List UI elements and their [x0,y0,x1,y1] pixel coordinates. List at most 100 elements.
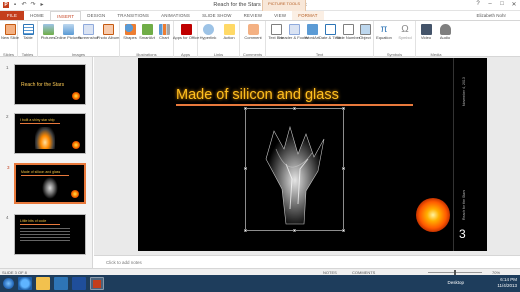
tab-file[interactable]: FILE [0,11,25,20]
system-clock[interactable]: 6:14 PM 11/4/2013 [497,277,517,289]
resize-handle[interactable] [342,107,345,110]
online-pictures-button[interactable]: Online Pictures [54,24,82,41]
tab-insert[interactable]: INSERT [50,11,82,20]
action-button[interactable]: Action [219,24,239,41]
comment-button[interactable]: Comment [243,24,263,41]
notes-placeholder[interactable]: Click to add notes [106,260,142,265]
title-rule [176,104,413,106]
notes-pane[interactable]: Click to add notes [94,255,520,268]
help-button[interactable]: ? [474,1,482,8]
slide-number[interactable]: 3 [459,227,466,241]
pictures-icon [42,24,54,35]
glass-sculpture-image [265,125,325,225]
title-bar: P ▪ ↶ ↷ ▸ Reach for the Stars EAN - Powe… [0,0,520,11]
header-footer-button[interactable]: Header & Footer [279,24,309,41]
selected-picture[interactable] [244,107,345,232]
group-links: Hyperlink Action Links [198,21,240,58]
group-media: Video Audio Media [416,21,456,58]
ribbon-tabs: FILE HOME INSERT DESIGN TRANSITIONS ANIM… [0,11,520,20]
chart-icon [158,24,170,35]
symbol-button[interactable]: Ω Symbol [395,24,415,41]
slide-thumbnail-2[interactable]: 2 I built a shiny star ship [6,113,86,154]
current-slide[interactable]: Made of silicon and glass November 4, 20… [138,58,487,251]
resize-handle[interactable] [293,229,296,232]
equation-icon: π [378,24,390,35]
desktop-toolbar-label[interactable]: Desktop [447,280,464,285]
group-illustrations: Shapes SmartArt Chart Illustrations [120,21,174,58]
word-icon[interactable] [72,277,86,290]
resize-handle[interactable] [342,167,345,170]
tab-design[interactable]: DESIGN [81,11,111,20]
video-button[interactable]: Video [416,24,436,41]
text-box-icon [270,24,282,35]
star-image [72,92,80,100]
powerpoint-icon [93,280,101,288]
slide-thumbnail-1[interactable]: 1 Reach for the Stars [6,64,86,105]
slide-thumbnail-4[interactable]: 4 Little bits of code [6,214,86,255]
equation-button[interactable]: π Equation [374,24,394,41]
table-button[interactable]: Table [18,24,38,41]
group-slides: New Slide Slides [0,21,20,58]
resize-handle[interactable] [244,107,247,110]
status-bar: SLIDE 3 OF 8 NOTES COMMENTS 70% [0,268,520,275]
slide-thumbnail-3[interactable]: 3 Made of silicon and glass [7,163,86,204]
window-title: Reach for the Stars EAN - PowerPoint [213,2,307,8]
minimize-button[interactable]: – [486,1,494,8]
ribbon: New Slide Slides Table Tables Pictures O… [0,20,520,58]
slide-date[interactable]: November 4, 2013 [462,66,468,106]
tab-review[interactable]: REVIEW [238,11,269,20]
audio-button[interactable]: Audio [435,24,455,41]
hyperlink-icon [202,24,214,35]
maximize-button[interactable]: □ [498,1,506,8]
tab-format[interactable]: FORMAT [292,11,324,20]
ie-icon[interactable] [18,277,32,290]
tab-slide-show[interactable]: SLIDE SHOW [196,11,238,20]
object-button[interactable]: Object [355,24,375,41]
apps-for-office-icon [180,24,192,35]
tab-view[interactable]: VIEW [268,11,292,20]
outlook-icon[interactable] [54,277,68,290]
resize-handle[interactable] [293,107,296,110]
slide-editor[interactable]: Made of silicon and glass November 4, 20… [94,57,520,255]
apps-for-office-button[interactable]: Apps for Office [173,24,199,41]
tab-transitions[interactable]: TRANSITIONS [111,11,155,20]
star-image [72,141,80,149]
photo-album-icon [102,24,114,35]
star-image [416,198,450,232]
resize-handle[interactable] [244,229,247,232]
screenshot-icon [82,24,94,35]
slide-thumbnails-pane[interactable]: 1 Reach for the Stars 2 I built a shiny … [0,57,93,268]
powerpoint-taskbar-button[interactable] [90,277,104,290]
slide-footer[interactable]: Reach for the Stars [462,180,468,220]
slide-number-icon [342,24,354,35]
comment-icon [247,24,259,35]
close-button[interactable]: ✕ [510,1,518,8]
table-icon [22,24,34,35]
resize-handle[interactable] [342,229,345,232]
screenshot-button[interactable]: Screenshot [78,24,98,41]
slide-title[interactable]: Made of silicon and glass [176,87,339,103]
chart-button[interactable]: Chart [154,24,174,41]
online-pictures-icon [62,24,74,35]
resize-handle[interactable] [244,167,247,170]
start-button[interactable] [3,278,14,289]
user-name[interactable]: Elizabeth Nohr [476,11,506,20]
hyperlink-button[interactable]: Hyperlink [198,24,218,41]
group-tables: Table Tables [18,21,38,58]
windows-taskbar: Desktop 6:14 PM 11/4/2013 [0,275,520,292]
group-apps: Apps for Office Apps [173,21,199,58]
group-images: Pictures Online Pictures Screenshot Phot… [38,21,120,58]
glass-sculpture-image [42,177,58,199]
new-slide-button[interactable]: New Slide [0,24,20,41]
shapes-icon [124,24,136,35]
tab-animations[interactable]: ANIMATIONS [155,11,196,20]
speaker-icon [439,24,451,35]
header-footer-icon [288,24,300,35]
new-slide-icon [4,24,16,35]
explorer-icon[interactable] [36,277,50,290]
omega-icon: Ω [399,24,411,35]
date-time-icon [324,24,336,35]
tab-home[interactable]: HOME [24,11,50,20]
photo-album-button[interactable]: Photo Album [97,24,119,41]
star-image [71,190,79,198]
